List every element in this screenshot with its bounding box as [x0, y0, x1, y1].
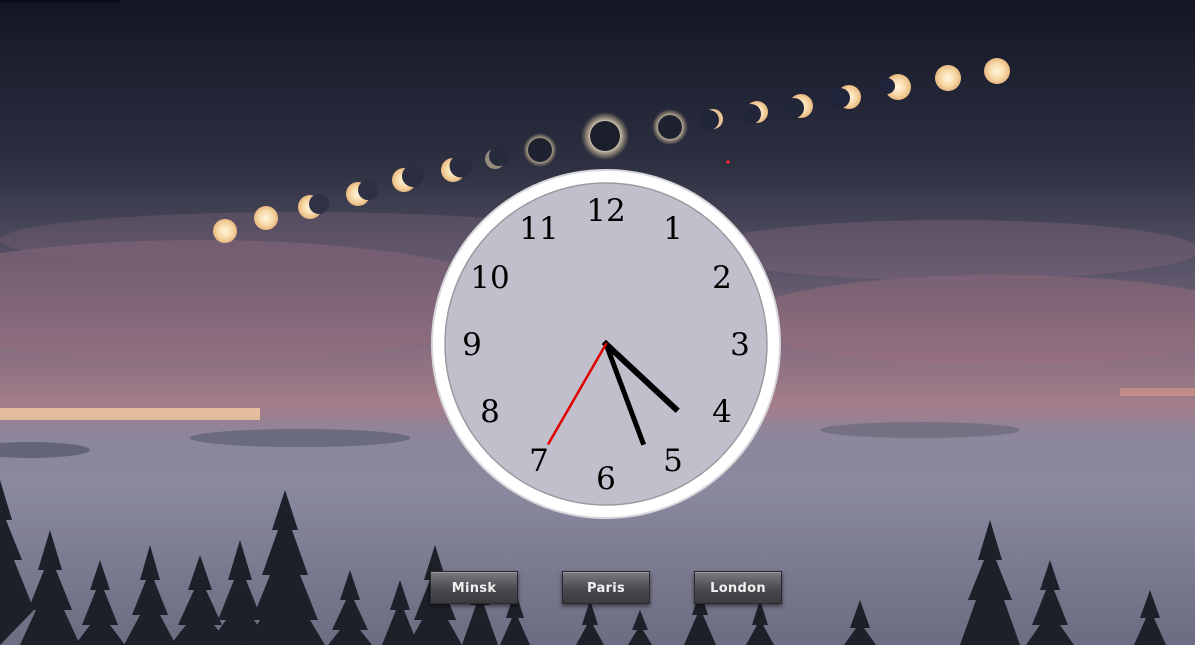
analog-clock: 12 12 3 45 6 78 9 10 11: [431, 169, 781, 519]
top-edge-bar: [0, 0, 120, 3]
clock-numeral-10: 10: [470, 260, 509, 296]
clock-numeral-12: 12: [586, 193, 625, 229]
clock-numeral-6: 6: [596, 461, 616, 497]
clock-numeral-2: 2: [712, 260, 732, 296]
clock-numeral-4: 4: [712, 394, 732, 430]
clock-numeral-5: 5: [663, 443, 683, 479]
minsk-button[interactable]: Minsk: [430, 571, 518, 604]
london-button[interactable]: London: [694, 571, 782, 604]
clock-numeral-11: 11: [519, 211, 558, 247]
clock-numeral-7: 7: [529, 443, 549, 479]
clock-numeral-3: 3: [730, 327, 750, 363]
clock-numeral-8: 8: [480, 394, 500, 430]
clock-numeral-9: 9: [462, 327, 482, 363]
clock-numeral-1: 1: [663, 211, 683, 247]
paris-button[interactable]: Paris: [562, 571, 650, 604]
